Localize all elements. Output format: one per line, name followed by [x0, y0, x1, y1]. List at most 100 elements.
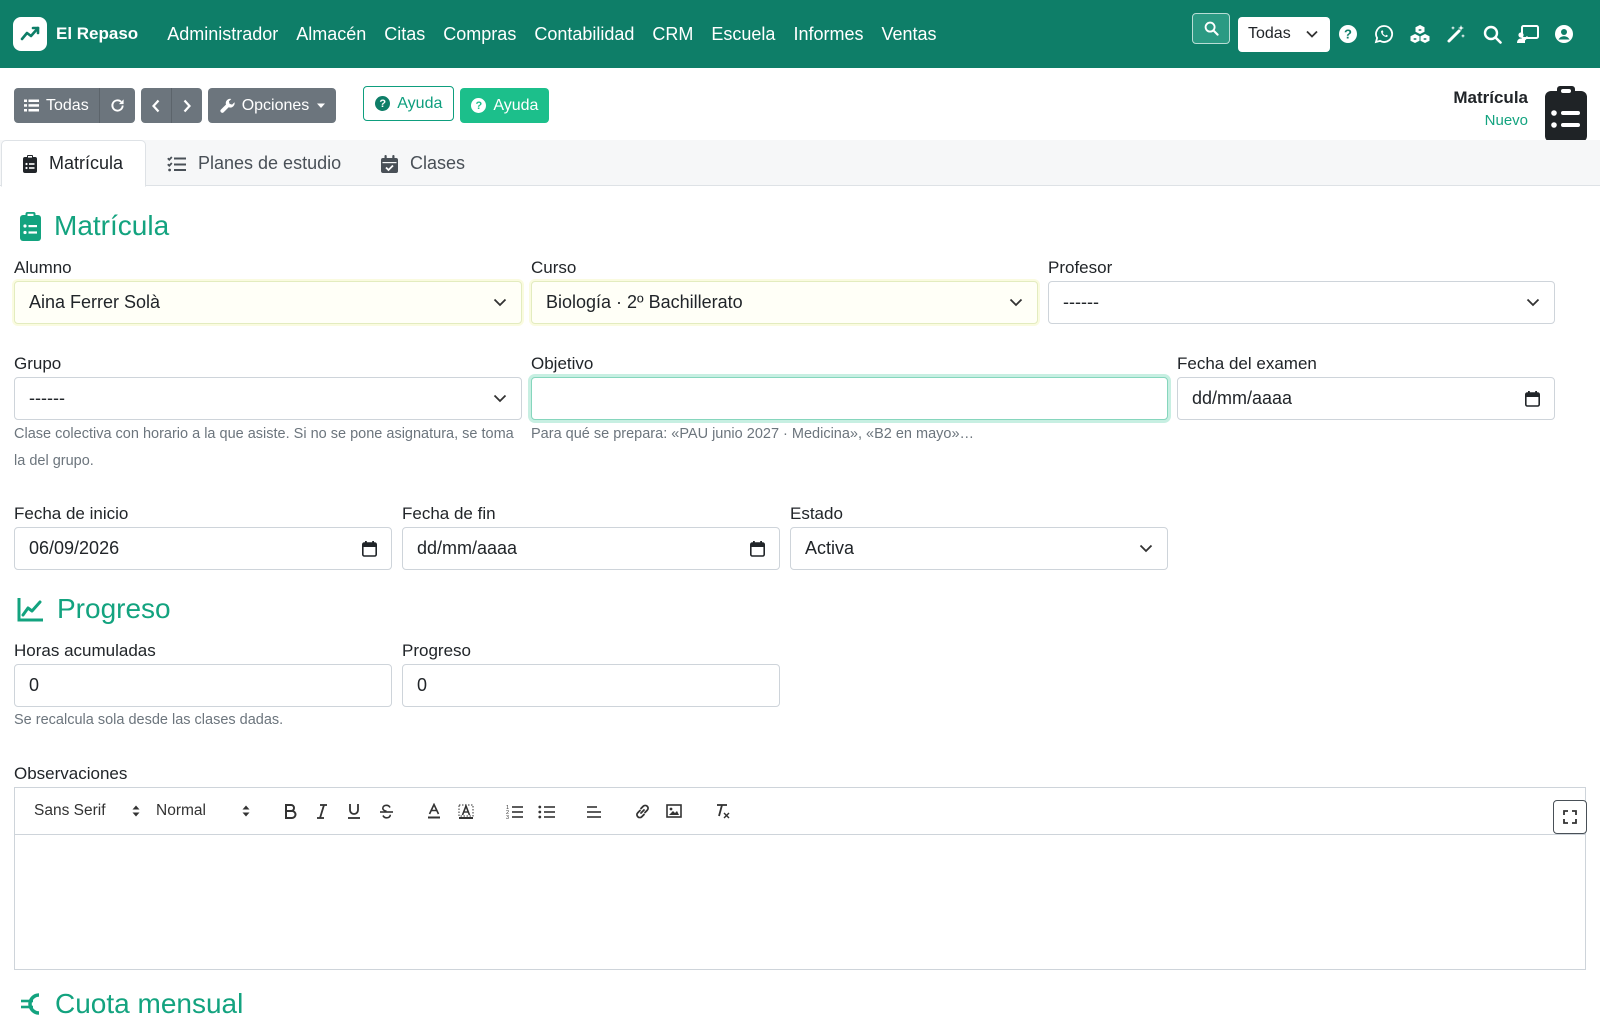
options-button[interactable]: Opciones: [207, 88, 337, 123]
curso-select[interactable]: Biología · 2º Bachillerato: [531, 281, 1038, 324]
alumno-select[interactable]: Aina Ferrer Solà: [14, 281, 522, 324]
section-title-matricula-text: Matrícula: [54, 210, 170, 241]
menu-item-almacen[interactable]: Almacén: [296, 24, 366, 45]
chalkboard-user-icon[interactable]: [1510, 0, 1546, 68]
question-circle-icon: ?: [375, 96, 391, 111]
fecha-fin-label: Fecha de fin: [402, 504, 496, 523]
brand[interactable]: El Repaso: [13, 17, 138, 51]
section-title-matricula: Matrícula: [20, 210, 169, 242]
menu-item-informes[interactable]: Informes: [793, 24, 863, 45]
fecha-fin-value: dd/mm/aaaa: [417, 538, 518, 558]
cubes-icon[interactable]: [1402, 0, 1438, 68]
whatsapp-icon[interactable]: [1366, 0, 1402, 68]
alumno-value: Aina Ferrer Solà: [29, 292, 161, 312]
menu-item-citas[interactable]: Citas: [384, 24, 425, 45]
grupo-select[interactable]: ------: [14, 377, 522, 420]
chevron-down-icon: [493, 394, 507, 403]
horas-input[interactable]: 0: [14, 664, 392, 707]
bold-button[interactable]: [274, 796, 306, 826]
help-button[interactable]: ? Ayuda: [460, 88, 550, 123]
main-menu: Administrador Almacén Citas Compras Cont…: [158, 24, 945, 45]
chevron-down-icon: [1526, 298, 1540, 307]
horas-help-text: Se recalcula sola desde las clases dadas…: [14, 712, 284, 728]
list-icon: [24, 99, 39, 112]
progreso-input[interactable]: 0: [402, 664, 780, 707]
clear-format-button[interactable]: [706, 796, 738, 826]
underline-icon: [348, 804, 360, 819]
objetivo-input[interactable]: [531, 377, 1168, 420]
chevron-down-icon: [1306, 30, 1318, 38]
fecha-fin-input[interactable]: dd/mm/aaaa: [402, 527, 780, 570]
magic-wand-icon[interactable]: [1438, 0, 1474, 68]
font-size-select[interactable]: Normal: [156, 802, 254, 820]
fecha-examen-input[interactable]: dd/mm/aaaa: [1177, 377, 1555, 420]
search-button[interactable]: [1192, 12, 1230, 44]
search-icon[interactable]: [1474, 0, 1510, 68]
strike-button[interactable]: [370, 796, 402, 826]
document-heading: Matrícula Nuevo: [1453, 88, 1528, 129]
bullet-list-button[interactable]: [530, 796, 562, 826]
image-icon: [666, 804, 682, 818]
chevron-down-icon: [1009, 298, 1023, 307]
help-outline-label: Ayuda: [397, 94, 443, 112]
question-circle-icon: ?: [471, 98, 487, 113]
tab-clases-label: Clases: [410, 153, 466, 173]
sort-icon: [242, 805, 250, 817]
curso-value: Biología · 2º Bachillerato: [546, 292, 743, 312]
list-all-button[interactable]: Todas: [14, 88, 99, 123]
fullscreen-button[interactable]: [1553, 800, 1587, 834]
tab-matricula[interactable]: Matrícula: [1, 140, 146, 187]
menu-item-ventas[interactable]: Ventas: [881, 24, 936, 45]
align-button[interactable]: [578, 796, 610, 826]
image-button[interactable]: [658, 796, 690, 826]
reload-button[interactable]: [98, 88, 135, 123]
font-color-button[interactable]: [418, 796, 450, 826]
user-circle-icon[interactable]: [1546, 0, 1582, 68]
menu-item-escuela[interactable]: Escuela: [711, 24, 775, 45]
progreso-value: 0: [417, 675, 428, 695]
grupo-value: ------: [29, 388, 65, 408]
italic-button[interactable]: [306, 796, 338, 826]
document-status: Nuevo: [1484, 112, 1528, 129]
wrench-icon: [220, 98, 235, 113]
horas-value: 0: [29, 675, 40, 695]
background-color-button[interactable]: [450, 796, 482, 826]
italic-icon: [317, 803, 327, 819]
link-button[interactable]: [626, 796, 658, 826]
underline-button[interactable]: [338, 796, 370, 826]
ordered-list-button[interactable]: 123: [498, 796, 530, 826]
menu-item-crm[interactable]: CRM: [652, 24, 693, 45]
svg-text:3: 3: [506, 815, 509, 819]
fecha-inicio-label: Fecha de inicio: [14, 504, 129, 523]
help-outline-button[interactable]: ? Ayuda: [363, 86, 455, 121]
profesor-select[interactable]: ------: [1048, 281, 1555, 324]
editor-toolbar: Sans Serif Normal 123: [14, 787, 1586, 835]
company-select[interactable]: Todas: [1238, 16, 1330, 52]
list-button-group: Todas: [14, 88, 135, 123]
menu-item-administrador[interactable]: Administrador: [167, 24, 278, 45]
tab-planes-de-estudio[interactable]: Planes de estudio: [167, 140, 341, 187]
progreso-label: Progreso: [402, 641, 471, 660]
observaciones-editor[interactable]: [14, 834, 1586, 970]
help-label: Ayuda: [493, 96, 539, 114]
fecha-inicio-input[interactable]: 06/09/2026: [14, 527, 392, 570]
tabs-bar: Matrícula Planes de estudio Clases: [0, 140, 1600, 187]
top-navbar: El Repaso Administrador Almacén Citas Co…: [0, 0, 1600, 68]
fecha-inicio-value: 06/09/2026: [29, 538, 120, 558]
tab-planes-label: Planes de estudio: [198, 153, 342, 173]
estado-label: Estado: [790, 504, 843, 523]
options-label: Opciones: [241, 96, 310, 114]
menu-item-contabilidad[interactable]: Contabilidad: [534, 24, 634, 45]
help-icon[interactable]: ?: [1330, 0, 1366, 68]
font-family-select[interactable]: Sans Serif: [34, 802, 144, 820]
svg-text:?: ?: [1344, 27, 1352, 42]
clear-format-icon: [716, 804, 729, 819]
pager-button-group: [140, 88, 202, 123]
estado-select[interactable]: Activa: [790, 527, 1168, 570]
fecha-examen-label: Fecha del examen: [1177, 354, 1317, 373]
next-button[interactable]: [170, 88, 202, 123]
previous-button[interactable]: [141, 88, 171, 123]
menu-item-compras[interactable]: Compras: [443, 24, 516, 45]
tab-clases[interactable]: Clases: [381, 140, 465, 187]
chevron-down-icon: [1139, 544, 1153, 553]
